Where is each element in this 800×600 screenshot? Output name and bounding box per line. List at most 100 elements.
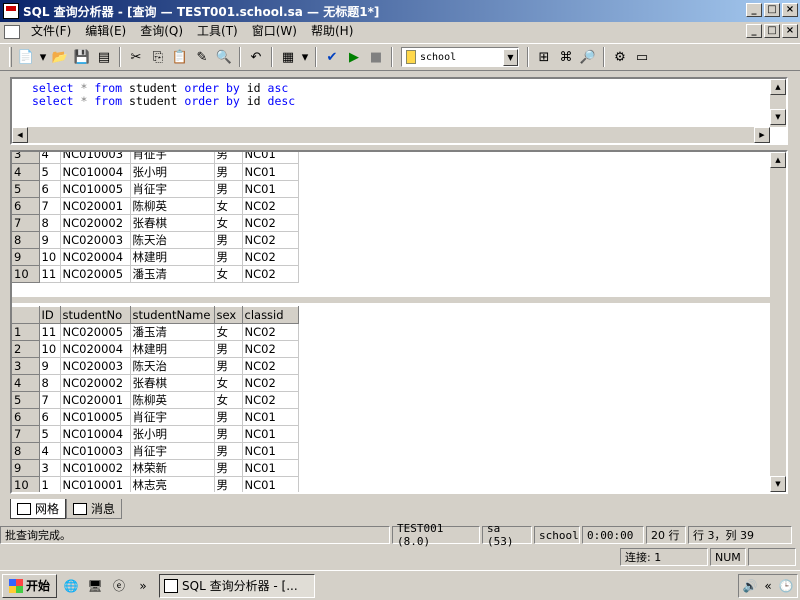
table-row[interactable]: 7 8 NC020002 张春棋女 NC02 (12, 214, 299, 232)
cell-classid[interactable]: NC01 (242, 152, 299, 164)
menu-window[interactable]: 窗口(W) (245, 23, 304, 40)
cell-classid[interactable]: NC01 (242, 163, 299, 181)
row-number[interactable]: 1 (12, 323, 40, 341)
corner-header[interactable] (12, 306, 40, 324)
taskbar-app-button[interactable]: SQL 查询分析器 - [... (159, 573, 316, 598)
row-number[interactable]: 5 (12, 180, 40, 198)
close-button[interactable]: × (782, 3, 798, 17)
table-row[interactable]: 6 7 NC020001 陈柳英女 NC02 (12, 197, 299, 215)
result-grid-1[interactable]: 3 4 NC010003 肖征宇男 NC01 4 5 NC010004 张小明男 NC01 5 6 NC… (12, 152, 299, 283)
cell-studentname[interactable]: 陈柳英 (130, 197, 215, 215)
menu-file[interactable]: 文件(F) (24, 23, 78, 40)
cell-studentname[interactable]: 肖征宇 (130, 442, 215, 460)
cell-classid[interactable]: NC01 (242, 476, 299, 492)
table-row[interactable]: 8 4 NC010003 肖征宇男 NC01 (12, 442, 299, 460)
row-number[interactable]: 6 (12, 197, 40, 215)
scroll-down-icon[interactable]: ▼ (770, 476, 786, 492)
table-row[interactable]: 6 6 NC010005 肖征宇男 NC01 (12, 408, 299, 426)
cut-icon[interactable]: ✂ (125, 46, 147, 68)
row-number[interactable]: 10 (12, 476, 40, 492)
cancel-query-icon[interactable]: ■ (365, 46, 387, 68)
cell-sex[interactable]: 女 (214, 374, 243, 392)
cell-studentno[interactable]: NC020005 (60, 265, 131, 283)
cell-sex[interactable]: 男 (214, 180, 243, 198)
scroll-left-icon[interactable]: ◀ (12, 127, 28, 143)
row-number[interactable]: 4 (12, 163, 40, 181)
find-icon[interactable]: 🔍 (213, 46, 235, 68)
cell-id[interactable]: 11 (39, 323, 61, 341)
scroll-down-icon[interactable]: ▼ (770, 109, 786, 125)
results-grid-icon[interactable]: ▦ (277, 46, 299, 68)
cell-id[interactable]: 1 (39, 476, 61, 492)
execution-plan-icon[interactable]: ⊞ (533, 46, 555, 68)
cell-sex[interactable]: 男 (214, 248, 243, 266)
document-icon[interactable] (4, 24, 20, 39)
cell-sex[interactable]: 男 (214, 408, 243, 426)
cell-studentno[interactable]: NC020003 (60, 357, 131, 375)
cell-studentno[interactable]: NC010005 (60, 180, 131, 198)
cell-sex[interactable]: 男 (214, 231, 243, 249)
cell-studentno[interactable]: NC020001 (60, 197, 131, 215)
tray-network-icon[interactable]: 🔊 (742, 579, 757, 593)
menu-tools[interactable]: 工具(T) (190, 23, 245, 40)
save-icon[interactable]: 💾 (71, 46, 93, 68)
mdi-restore-button[interactable]: □ (764, 24, 780, 38)
cell-id[interactable]: 4 (39, 442, 61, 460)
table-row[interactable]: 2 10 NC020004 林建明男 NC02 (12, 340, 299, 358)
cell-studentno[interactable]: NC020001 (60, 391, 131, 409)
row-number[interactable]: 8 (12, 442, 40, 460)
cell-id[interactable]: 6 (39, 408, 61, 426)
cell-studentno[interactable]: NC010004 (60, 425, 131, 443)
cell-id[interactable]: 5 (39, 425, 61, 443)
cell-sex[interactable]: 男 (214, 357, 243, 375)
row-number[interactable]: 6 (12, 408, 40, 426)
cell-studentname[interactable]: 肖征宇 (130, 152, 215, 164)
row-number[interactable]: 2 (12, 340, 40, 358)
table-row[interactable]: 10 1 NC010001 林志亮男 NC01 (12, 476, 299, 492)
object-browser-icon[interactable]: ⌘ (555, 46, 577, 68)
table-row[interactable]: 1 11 NC020005 潘玉清女 NC02 (12, 323, 299, 341)
cell-studentno[interactable]: NC020002 (60, 374, 131, 392)
cell-studentname[interactable]: 张小明 (130, 163, 215, 181)
column-header-sex[interactable]: sex (214, 306, 243, 324)
cell-studentno[interactable]: NC020004 (60, 340, 131, 358)
row-number[interactable]: 9 (12, 459, 40, 477)
row-number[interactable]: 3 (12, 357, 40, 375)
cell-studentname[interactable]: 张小明 (130, 425, 215, 443)
cell-sex[interactable]: 女 (214, 265, 243, 283)
table-row[interactable]: 7 5 NC010004 张小明男 NC01 (12, 425, 299, 443)
cell-sex[interactable]: 女 (214, 214, 243, 232)
cell-sex[interactable]: 男 (214, 340, 243, 358)
cell-id[interactable]: 9 (39, 231, 61, 249)
cell-classid[interactable]: NC01 (242, 425, 299, 443)
editor-vertical-scrollbar[interactable]: ▲ ▼ (770, 79, 786, 127)
mdi-minimize-button[interactable]: _ (746, 24, 762, 38)
column-header-studentno[interactable]: studentNo (60, 306, 131, 324)
cell-classid[interactable]: NC02 (242, 248, 299, 266)
execute-query-icon[interactable]: ▶ (343, 46, 365, 68)
cell-id[interactable]: 11 (39, 265, 61, 283)
cell-sex[interactable]: 男 (214, 442, 243, 460)
tab-grid[interactable]: 网格 (10, 499, 67, 519)
tab-messages[interactable]: 消息 (66, 499, 123, 519)
cell-studentno[interactable]: NC010002 (60, 459, 131, 477)
row-number[interactable]: 9 (12, 248, 40, 266)
row-number[interactable]: 7 (12, 214, 40, 232)
insert-template-icon[interactable]: ▤ (93, 46, 115, 68)
tray-clock-icon[interactable]: 🕒 (779, 579, 794, 593)
cell-id[interactable]: 8 (39, 374, 61, 392)
row-number[interactable]: 10 (12, 265, 40, 283)
row-number[interactable]: 8 (12, 231, 40, 249)
new-dropdown-icon[interactable]: ▾ (37, 46, 49, 68)
result-grid-2[interactable]: ID studentNo studentName sex classid 1 11… (12, 306, 299, 492)
code-line-2[interactable]: select * from student order by id desc (32, 94, 295, 108)
column-header-studentname[interactable]: studentName (130, 306, 215, 324)
table-row[interactable]: 5 6 NC010005 肖征宇男 NC01 (12, 180, 299, 198)
cell-classid[interactable]: NC02 (242, 340, 299, 358)
cell-id[interactable]: 3 (39, 459, 61, 477)
column-header-classid[interactable]: classid (242, 306, 299, 324)
show-results-pane-icon[interactable]: ▭ (631, 46, 653, 68)
cell-studentname[interactable]: 陈天治 (130, 231, 215, 249)
copy-icon[interactable]: ⎘ (147, 46, 169, 68)
cell-classid[interactable]: NC01 (242, 442, 299, 460)
